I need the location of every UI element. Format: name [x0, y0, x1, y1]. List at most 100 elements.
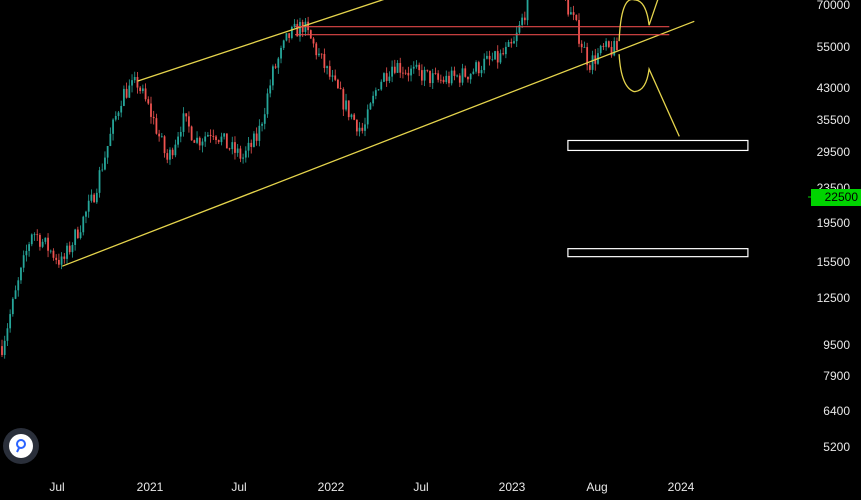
candle [155, 113, 158, 135]
candle [326, 65, 328, 75]
candle [299, 17, 301, 42]
candle [396, 60, 399, 74]
y-tick-label: 9500 [823, 338, 850, 352]
candle [139, 85, 142, 94]
candle [133, 71, 136, 84]
candle [253, 131, 255, 148]
candle [30, 233, 33, 247]
candle [597, 48, 599, 65]
logo-icon [9, 434, 33, 458]
candle [402, 66, 404, 79]
candle [323, 48, 326, 73]
candle [420, 64, 423, 86]
y-tick-label: 12500 [817, 291, 851, 305]
candle [439, 74, 442, 84]
candle [607, 40, 610, 49]
candle [567, 0, 570, 17]
candle [95, 188, 98, 204]
candle [41, 238, 44, 249]
candle [136, 71, 139, 94]
candle [109, 127, 112, 147]
candle [266, 88, 269, 118]
candle [565, 0, 566, 1]
candle [68, 241, 71, 255]
candle [507, 39, 510, 48]
candle [328, 60, 331, 80]
candle [201, 138, 204, 153]
candle [171, 147, 174, 159]
x-tick-label: Aug [586, 480, 607, 494]
candle [215, 135, 217, 145]
candle [613, 37, 616, 57]
candle [407, 66, 410, 82]
candle [337, 78, 339, 89]
candle [358, 122, 361, 137]
candle [71, 242, 74, 258]
candle [117, 111, 120, 120]
candle [461, 63, 464, 86]
candle [36, 229, 39, 242]
price-chart[interactable]: 70000 55000 43000 35500 29500 19500 15500 12500… [0, 0, 861, 500]
candle [288, 33, 291, 43]
candle [17, 277, 20, 297]
candle [415, 60, 418, 69]
candle [239, 145, 242, 163]
candle [223, 132, 226, 140]
candle [423, 66, 426, 87]
candle [345, 93, 347, 112]
candle [350, 113, 353, 120]
candle [393, 59, 396, 75]
candle [28, 241, 30, 257]
candle [144, 83, 147, 102]
candle [188, 111, 190, 133]
candle [47, 233, 49, 258]
candle [225, 133, 228, 149]
candle [44, 237, 47, 245]
target-box-lower[interactable] [567, 248, 749, 258]
candle [404, 69, 407, 75]
candle [610, 41, 613, 58]
candle [52, 248, 55, 261]
candle [277, 56, 280, 74]
y-tick-label: 15500 [817, 255, 851, 269]
candle [106, 145, 109, 164]
candle [602, 42, 605, 51]
candle [290, 25, 293, 40]
y-tick-label: 19500 [817, 216, 851, 230]
candle [502, 47, 505, 56]
candle [177, 132, 179, 148]
candle [234, 136, 236, 160]
candle [372, 91, 375, 107]
candle [198, 136, 201, 151]
candle [347, 100, 350, 121]
y-tick-label: 6400 [823, 404, 850, 418]
y-tick-label: 5200 [823, 440, 850, 454]
candle [616, 37, 618, 51]
candle [366, 104, 369, 129]
candle [101, 163, 104, 172]
candle [450, 66, 453, 86]
candle [280, 45, 282, 64]
candle [464, 65, 467, 78]
candle [285, 33, 288, 42]
candle [174, 139, 177, 158]
y-tick-label: 7900 [823, 369, 850, 383]
candle [583, 41, 586, 48]
projection-down-path[interactable] [618, 54, 680, 137]
candle [236, 143, 239, 157]
candle [499, 49, 502, 65]
candle [586, 42, 589, 71]
candle [152, 110, 155, 125]
y-tick-label: 70000 [817, 0, 851, 12]
candle [76, 226, 79, 240]
candle [605, 38, 608, 51]
x-tick-label: Jul [231, 480, 246, 494]
candle [244, 146, 247, 163]
candle [250, 139, 253, 154]
channel-lower-line[interactable] [61, 20, 695, 267]
tradingview-logo[interactable] [3, 428, 39, 464]
channel-upper-line[interactable] [137, 0, 695, 82]
target-box-upper[interactable] [567, 139, 749, 152]
candle [412, 61, 415, 74]
candle [591, 50, 594, 75]
